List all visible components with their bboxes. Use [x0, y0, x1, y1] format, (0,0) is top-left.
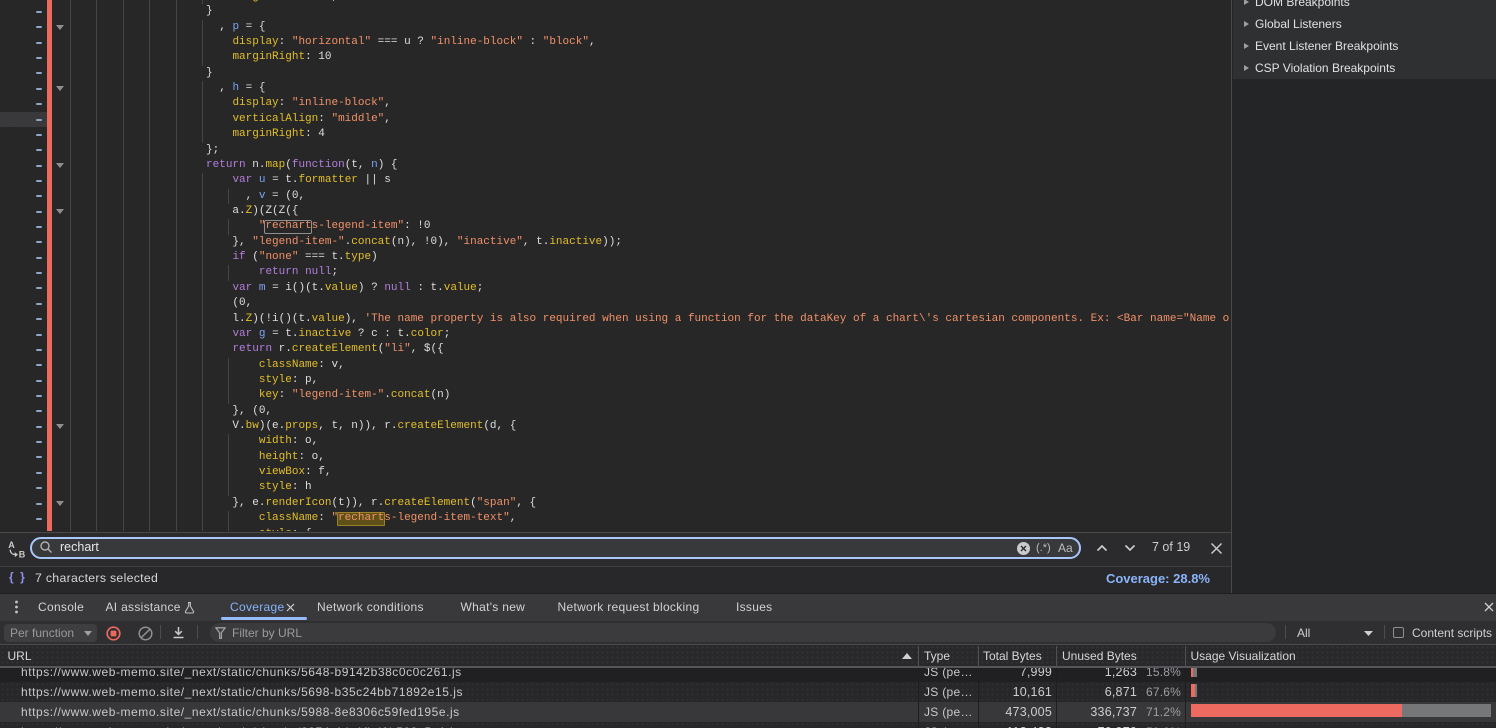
- svg-text:B: B: [19, 550, 26, 559]
- svg-text:A: A: [8, 540, 15, 550]
